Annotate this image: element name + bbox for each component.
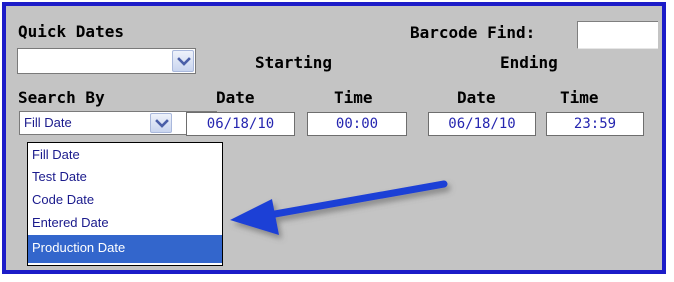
arrow-left-icon: [230, 180, 448, 235]
screenshot-frame: Quick Dates Barcode Find: Starting Endin…: [0, 0, 674, 282]
search-panel: Quick Dates Barcode Find: Starting Endin…: [8, 8, 658, 266]
